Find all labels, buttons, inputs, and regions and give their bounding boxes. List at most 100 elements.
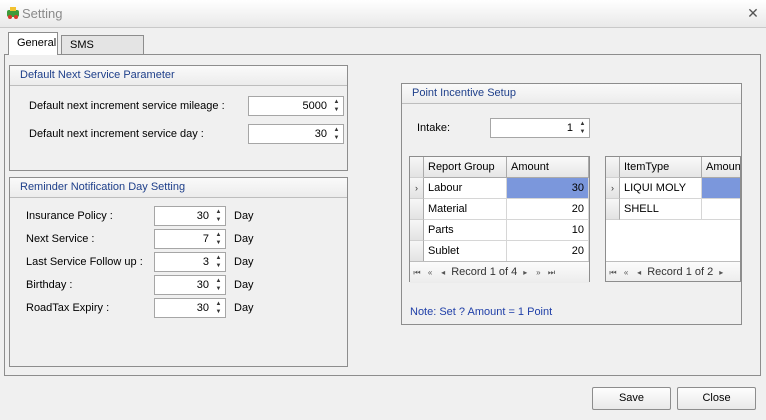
- spin-down-icon[interactable]: ▼: [213, 285, 224, 293]
- table-cell[interactable]: Material: [424, 199, 507, 220]
- title-bar: Setting ✕: [0, 0, 766, 28]
- table-cell[interactable]: LIQUI MOLY: [620, 178, 702, 199]
- table-cell[interactable]: SHELL: [620, 199, 702, 220]
- table-cell[interactable]: 10: [507, 220, 589, 241]
- item-type-grid[interactable]: ItemType Amount › LIQUI MOLY SHELL ⏮ « ◂…: [605, 156, 741, 282]
- table-cell[interactable]: 20: [507, 241, 589, 262]
- column-header-item-type[interactable]: ItemType: [620, 157, 702, 178]
- spin-up-icon[interactable]: ▲: [213, 254, 224, 262]
- spin-buttons[interactable]: ▲ ▼: [331, 98, 342, 114]
- spin-up-icon[interactable]: ▲: [213, 277, 224, 285]
- spin-up-icon[interactable]: ▲: [213, 231, 224, 239]
- row-indicator[interactable]: [410, 241, 424, 262]
- row-indicator[interactable]: [606, 199, 620, 220]
- grid-corner: [606, 157, 620, 178]
- roadtax-expiry-label: RoadTax Expiry :: [26, 302, 110, 314]
- day-unit-label: Day: [234, 279, 254, 291]
- spin-value: 1: [566, 122, 573, 134]
- spin-down-icon[interactable]: ▼: [331, 134, 342, 142]
- day-unit-label: Day: [234, 302, 254, 314]
- roadtax-expiry-spin-input[interactable]: 30 ▲ ▼: [154, 298, 226, 318]
- table-cell[interactable]: [702, 199, 740, 220]
- next-service-label: Next Service :: [26, 233, 95, 245]
- group-title: Reminder Notification Day Setting: [10, 178, 347, 198]
- record-counter: Record 1 of 4: [451, 266, 518, 278]
- close-button[interactable]: Close: [677, 387, 756, 410]
- spin-up-icon[interactable]: ▲: [331, 126, 342, 134]
- day-unit-label: Day: [234, 256, 254, 268]
- spin-buttons[interactable]: ▲ ▼: [213, 254, 224, 270]
- last-record-icon[interactable]: ⏭: [546, 262, 556, 283]
- spin-value: 30: [314, 128, 327, 140]
- spin-buttons[interactable]: ▲ ▼: [577, 120, 588, 136]
- spin-down-icon[interactable]: ▼: [213, 308, 224, 316]
- first-record-icon[interactable]: ⏮: [608, 262, 618, 281]
- column-header-amount[interactable]: Amount: [702, 157, 740, 178]
- spin-down-icon[interactable]: ▼: [213, 216, 224, 224]
- row-indicator[interactable]: [410, 199, 424, 220]
- mileage-spin-input[interactable]: 5000 ▲ ▼: [248, 96, 344, 116]
- table-cell[interactable]: 20: [507, 199, 589, 220]
- first-record-icon[interactable]: ⏮: [412, 262, 422, 283]
- table-cell-selected[interactable]: [702, 178, 740, 199]
- spin-buttons[interactable]: ▲ ▼: [331, 126, 342, 142]
- insurance-policy-spin-input[interactable]: 30 ▲ ▼: [154, 206, 226, 226]
- prev-page-icon[interactable]: «: [425, 262, 435, 283]
- spin-buttons[interactable]: ▲ ▼: [213, 231, 224, 247]
- app-icon: [7, 7, 19, 19]
- tab-general[interactable]: General: [8, 32, 58, 55]
- table-cell[interactable]: Sublet: [424, 241, 507, 262]
- spin-down-icon[interactable]: ▼: [331, 106, 342, 114]
- prev-record-icon[interactable]: ◂: [634, 262, 644, 281]
- report-group-grid[interactable]: Report Group Amount › Labour 30 Material…: [409, 156, 590, 283]
- spin-value: 30: [196, 210, 209, 222]
- row-pointer-icon[interactable]: ›: [410, 178, 424, 199]
- spin-buttons[interactable]: ▲ ▼: [213, 208, 224, 224]
- next-record-icon[interactable]: ▸: [520, 262, 530, 283]
- record-counter: Record 1 of 2: [647, 266, 714, 278]
- day-unit-label: Day: [234, 233, 254, 245]
- row-indicator[interactable]: [410, 220, 424, 241]
- spin-up-icon[interactable]: ▲: [213, 208, 224, 216]
- spin-up-icon[interactable]: ▲: [213, 300, 224, 308]
- group-title: Point Incentive Setup: [402, 84, 741, 104]
- grid-corner: [410, 157, 424, 178]
- close-icon[interactable]: ✕: [745, 4, 761, 22]
- spin-down-icon[interactable]: ▼: [213, 239, 224, 247]
- record-navigator: ⏮ « ◂ Record 1 of 4 ▸ » ⏭: [410, 261, 589, 283]
- table-cell-selected[interactable]: 30: [507, 178, 589, 199]
- spin-value: 3: [202, 256, 209, 268]
- next-page-icon[interactable]: »: [533, 262, 543, 283]
- group-title: Default Next Service Parameter: [10, 66, 347, 86]
- mileage-label: Default next increment service mileage :: [29, 100, 225, 112]
- birthday-spin-input[interactable]: 30 ▲ ▼: [154, 275, 226, 295]
- spin-buttons[interactable]: ▲ ▼: [213, 277, 224, 293]
- last-service-follow-up-spin-input[interactable]: 3 ▲ ▼: [154, 252, 226, 272]
- intake-spin-input[interactable]: 1 ▲ ▼: [490, 118, 590, 138]
- day-unit-label: Day: [234, 210, 254, 222]
- service-day-label: Default next increment service day :: [29, 128, 204, 140]
- column-header-report-group[interactable]: Report Group: [424, 157, 507, 178]
- spin-value: 30: [196, 302, 209, 314]
- spin-value: 7: [202, 233, 209, 245]
- row-pointer-icon[interactable]: ›: [606, 178, 620, 199]
- prev-page-icon[interactable]: «: [621, 262, 631, 281]
- next-record-icon[interactable]: ▸: [716, 262, 726, 281]
- save-button[interactable]: Save: [592, 387, 671, 410]
- service-day-spin-input[interactable]: 30 ▲ ▼: [248, 124, 344, 144]
- intake-label: Intake:: [417, 122, 451, 134]
- tab-sms-gateway[interactable]: SMS Gateway: [61, 35, 144, 69]
- prev-record-icon[interactable]: ◂: [438, 262, 448, 283]
- next-service-spin-input[interactable]: 7 ▲ ▼: [154, 229, 226, 249]
- spin-down-icon[interactable]: ▼: [213, 262, 224, 270]
- table-cell[interactable]: Labour: [424, 178, 507, 199]
- last-service-follow-up-label: Last Service Follow up :: [26, 256, 143, 268]
- birthday-label: Birthday :: [26, 279, 73, 291]
- spin-buttons[interactable]: ▲ ▼: [213, 300, 224, 316]
- spin-up-icon[interactable]: ▲: [331, 98, 342, 106]
- column-header-amount[interactable]: Amount: [507, 157, 589, 178]
- table-cell[interactable]: Parts: [424, 220, 507, 241]
- spin-down-icon[interactable]: ▼: [577, 128, 588, 136]
- insurance-policy-label: Insurance Policy :: [26, 210, 113, 222]
- spin-up-icon[interactable]: ▲: [577, 120, 588, 128]
